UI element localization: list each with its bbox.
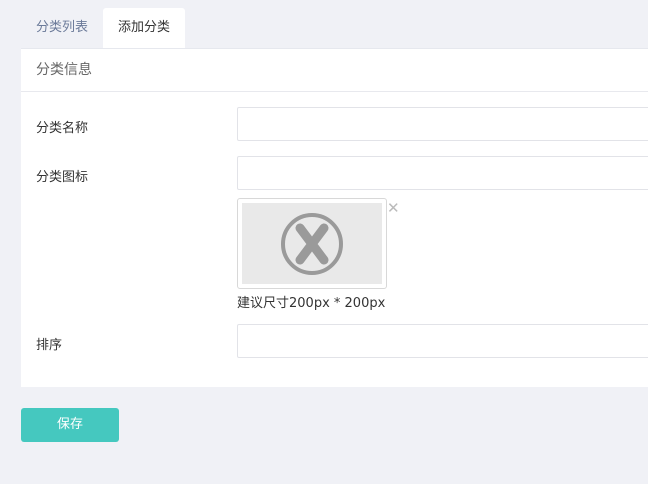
- category-icon-input[interactable]: [237, 156, 648, 190]
- save-button[interactable]: 保存: [21, 408, 119, 442]
- tab-add-category[interactable]: 添加分类: [103, 8, 186, 48]
- close-icon[interactable]: ✕: [387, 198, 400, 218]
- panel-title: 分类信息: [21, 49, 648, 92]
- tab-bar: 分类列表 添加分类: [21, 8, 186, 48]
- category-name-label: 分类名称: [36, 121, 89, 136]
- icon-preview-thumbnail[interactable]: [237, 198, 387, 289]
- x-circle-icon: [281, 212, 343, 275]
- category-form-panel: 分类信息 分类名称 分类图标 ✕ 建议尺寸200px * 200px 排序: [21, 48, 648, 387]
- sort-label: 排序: [36, 338, 63, 353]
- category-icon-label: 分类图标: [36, 170, 89, 185]
- sort-input[interactable]: [237, 324, 648, 358]
- category-name-input[interactable]: [237, 107, 648, 141]
- icon-size-hint: 建议尺寸200px * 200px: [237, 296, 386, 311]
- tab-category-list[interactable]: 分类列表: [21, 8, 103, 48]
- image-placeholder: [242, 203, 382, 284]
